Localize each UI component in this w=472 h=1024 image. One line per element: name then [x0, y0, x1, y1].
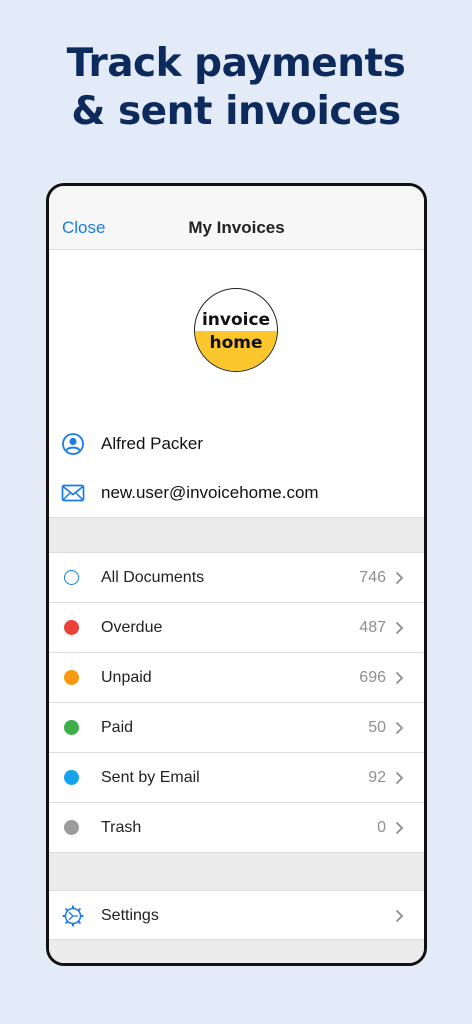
list-item-count: 0 — [377, 819, 386, 836]
section-separator-2 — [49, 853, 424, 890]
marketing-headline: Track payments & sent invoices — [0, 40, 472, 136]
list-item-count: 50 — [368, 719, 386, 736]
list-item-label: Overdue — [101, 619, 163, 636]
gray-dot-icon — [64, 820, 79, 835]
section-separator — [49, 517, 424, 553]
list-item[interactable]: Paid 50 — [49, 703, 424, 753]
list-item[interactable]: Sent by Email 92 — [49, 753, 424, 803]
list-item-count: 92 — [368, 769, 386, 786]
list-item-label: Paid — [101, 719, 134, 736]
profile-email-row[interactable]: new.user@invoicehome.com — [49, 471, 424, 515]
logo-text-line-2: home — [209, 333, 263, 353]
green-dot-icon — [64, 720, 79, 735]
list-item-count: 487 — [359, 619, 386, 636]
chevron-right-icon — [395, 771, 404, 785]
settings-label: Settings — [101, 907, 159, 924]
blue-dot-icon — [64, 770, 79, 785]
envelope-icon — [61, 484, 85, 502]
gear-icon — [62, 905, 84, 927]
page-title: My Invoices — [188, 218, 285, 237]
logo-text-line-1: invoice — [201, 310, 271, 330]
phone-frame: Close My Invoices invoice home Alfred Pa… — [46, 183, 427, 966]
chevron-right-icon — [395, 909, 404, 923]
settings-row[interactable]: Settings — [49, 890, 424, 940]
chevron-right-icon — [395, 671, 404, 685]
chevron-right-icon — [395, 821, 404, 835]
list-item-count: 696 — [359, 669, 386, 686]
list-item-label: Sent by Email — [101, 769, 200, 786]
circle-outline-icon — [64, 570, 79, 585]
list-item-label: Unpaid — [101, 669, 152, 686]
user-icon — [62, 433, 84, 455]
list-item[interactable]: Trash 0 — [49, 803, 424, 853]
red-dot-icon — [64, 620, 79, 635]
headline-line-1: Track payments — [66, 41, 406, 86]
user-email: new.user@invoicehome.com — [101, 483, 319, 502]
navigation-bar: Close My Invoices — [49, 186, 424, 250]
headline-line-2: & sent invoices — [71, 89, 401, 134]
bottom-filler — [49, 940, 424, 963]
chevron-right-icon — [395, 721, 404, 735]
invoice-home-logo: invoice home — [194, 288, 278, 372]
user-name: Alfred Packer — [101, 434, 204, 453]
list-item[interactable]: Unpaid 696 — [49, 653, 424, 703]
list-item-count: 746 — [359, 569, 386, 586]
list-item-label: All Documents — [101, 569, 205, 586]
list-item[interactable]: All Documents 746 — [49, 553, 424, 603]
profile-name-row[interactable]: Alfred Packer — [49, 422, 424, 466]
list-item[interactable]: Overdue 487 — [49, 603, 424, 653]
orange-dot-icon — [64, 670, 79, 685]
chevron-right-icon — [395, 571, 404, 585]
chevron-right-icon — [395, 621, 404, 635]
list-item-label: Trash — [101, 819, 142, 836]
